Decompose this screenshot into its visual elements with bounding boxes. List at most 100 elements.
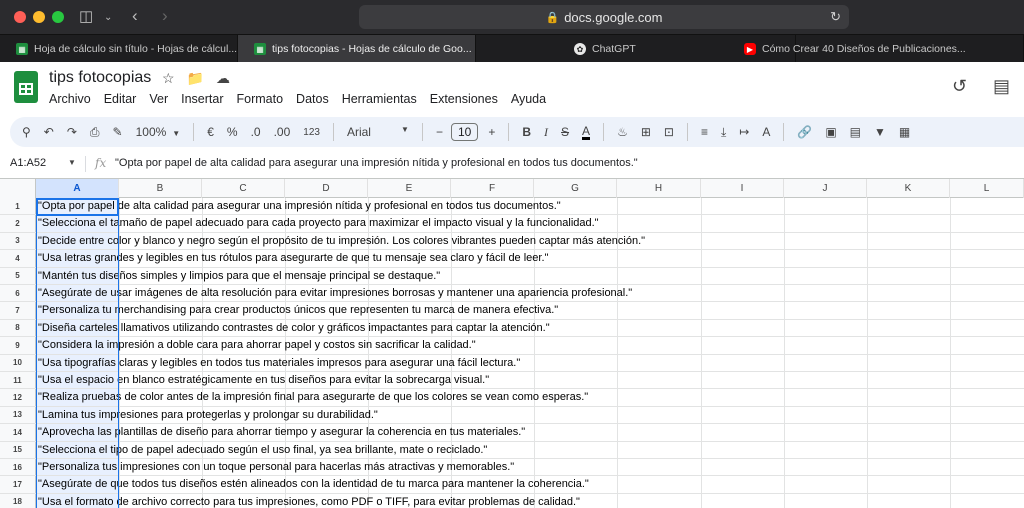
column-header-k[interactable]: K — [867, 179, 950, 198]
row-header[interactable]: 5 — [0, 267, 36, 284]
currency-format-button[interactable]: € — [207, 125, 214, 139]
chevron-down-icon[interactable]: ▼ — [68, 158, 76, 167]
column-header-a[interactable]: A — [36, 179, 119, 198]
font-select[interactable]: Arial ▼ — [347, 125, 409, 139]
menu-ayuda[interactable]: Ayuda — [511, 92, 546, 106]
menu-formato[interactable]: Formato — [237, 92, 284, 106]
menu-editar[interactable]: Editar — [104, 92, 137, 106]
print-icon[interactable]: ⎙ — [90, 125, 100, 140]
cell-text[interactable]: "Personaliza tus impresiones con un toqu… — [38, 461, 514, 473]
select-all-corner[interactable] — [0, 179, 36, 198]
cell-text[interactable]: "Personaliza tu merchandising para crear… — [38, 304, 558, 316]
cell-text[interactable]: "Usa tipografías claras y legibles en to… — [38, 357, 520, 369]
menu-extensiones[interactable]: Extensiones — [430, 92, 498, 106]
column-header-g[interactable]: G — [534, 179, 617, 198]
cell-text[interactable]: "Diseña carteles llamativos utilizando c… — [38, 322, 550, 334]
cell-text[interactable]: "Lamina tus impresiones para protegerlas… — [38, 409, 378, 421]
column-header-h[interactable]: H — [617, 179, 701, 198]
text-wrapping-icon[interactable]: ↦ — [739, 125, 749, 139]
menu-herramientas[interactable]: Herramientas — [342, 92, 417, 106]
cell-text[interactable]: "Asegúrate de usar imágenes de alta reso… — [38, 287, 632, 299]
name-box[interactable]: A1:A52 — [10, 157, 46, 169]
cell-text[interactable]: "Opta por papel de alta calidad para ase… — [38, 200, 561, 212]
row-header[interactable]: 17 — [0, 476, 36, 493]
comments-icon[interactable]: ▤ — [993, 76, 1010, 97]
decrease-font-size-button[interactable]: − — [436, 125, 443, 139]
cell-text[interactable]: "Selecciona el tipo de papel adecuado se… — [38, 444, 487, 456]
row-header[interactable]: 11 — [0, 372, 36, 389]
column-header-d[interactable]: D — [285, 179, 368, 198]
vertical-align-icon[interactable]: ⤓ — [721, 125, 726, 140]
italic-icon[interactable]: I — [544, 125, 548, 140]
tab-untitled-sheet[interactable]: ▦ Hoja de cálculo sin título - Hojas de … — [0, 35, 238, 63]
minimize-window-button[interactable] — [33, 11, 45, 23]
column-header-b[interactable]: B — [119, 179, 202, 198]
text-rotation-icon[interactable]: A — [762, 125, 770, 139]
column-header-j[interactable]: J — [784, 179, 867, 198]
bold-icon[interactable]: B — [522, 125, 531, 139]
cell-text[interactable]: "Selecciona el tamaño de papel adecuado … — [38, 217, 599, 229]
formula-input[interactable]: "Opta por papel de alta calidad para ase… — [115, 157, 638, 169]
column-header-i[interactable]: I — [701, 179, 784, 198]
cell-text[interactable]: "Mantén tus diseños simples y limpios pa… — [38, 270, 440, 282]
row-header[interactable]: 13 — [0, 406, 36, 424]
increase-font-size-button[interactable]: + — [488, 125, 495, 139]
row-header[interactable]: 6 — [0, 285, 36, 302]
search-menus-icon[interactable]: ⚲ — [22, 125, 31, 139]
cell-text[interactable]: "Usa el formato de archivo correcto para… — [38, 496, 580, 508]
fill-color-icon[interactable]: ♨ — [617, 125, 628, 139]
column-header-c[interactable]: C — [202, 179, 285, 198]
tab-youtube[interactable]: ▶ Cómo Crear 40 Diseños de Publicaciones… — [728, 35, 1024, 63]
zoom-select[interactable]: 100% ▼ — [136, 125, 181, 139]
sidebar-icon[interactable]: ◫ — [79, 9, 93, 25]
text-color-icon[interactable]: A — [582, 125, 591, 140]
redo-icon[interactable]: ↷ — [67, 125, 77, 139]
cell-text[interactable]: "Aprovecha las plantillas de diseño para… — [38, 426, 525, 438]
chevron-down-icon[interactable]: ⌄ — [104, 10, 112, 26]
star-icon[interactable]: ☆ — [162, 70, 175, 87]
spreadsheet-grid[interactable]: A B C D E F G H I J K L 1 "Opta por papel de alta cal… — [0, 178, 1024, 508]
row-header[interactable]: 10 — [0, 354, 36, 371]
row-header[interactable]: 15 — [0, 441, 36, 458]
increase-decimals-button[interactable]: .00 — [274, 125, 291, 139]
undo-icon[interactable]: ↶ — [44, 125, 54, 139]
cell-text[interactable]: "Usa el espacio en blanco estratégicamen… — [38, 374, 489, 386]
decrease-decimals-button[interactable]: .0 — [251, 125, 261, 139]
cell-text[interactable]: "Considera la impresión a doble cara par… — [38, 339, 476, 351]
percent-format-button[interactable]: % — [227, 125, 238, 139]
tab-tips-fotocopias[interactable]: ▦ tips fotocopias - Hojas de cálculo de … — [238, 35, 476, 63]
insert-comment-icon[interactable]: ▣ — [825, 125, 836, 139]
row-header[interactable]: 8 — [0, 319, 36, 337]
close-window-button[interactable] — [14, 11, 26, 23]
font-size-input[interactable]: 10 — [450, 123, 479, 141]
horizontal-align-icon[interactable]: ≡ — [701, 125, 708, 139]
menu-datos[interactable]: Datos — [296, 92, 329, 106]
merge-cells-icon[interactable]: ⊡ — [664, 125, 674, 139]
cloud-status-icon[interactable]: ☁ — [216, 70, 230, 87]
forward-icon[interactable]: › — [162, 7, 168, 24]
sheets-logo-icon[interactable] — [14, 71, 38, 103]
column-header-l[interactable]: L — [950, 179, 1024, 198]
cell-text[interactable]: "Realiza pruebas de color antes de la im… — [38, 391, 588, 403]
row-header[interactable]: 4 — [0, 250, 36, 267]
row-header[interactable]: 1 — [0, 198, 36, 215]
insert-link-icon[interactable]: 🔗 — [797, 125, 812, 139]
row-header[interactable]: 16 — [0, 459, 36, 476]
document-title[interactable]: tips fotocopias — [49, 69, 151, 87]
row-header[interactable]: 2 — [0, 215, 36, 232]
filter-views-icon[interactable]: ▦ — [899, 125, 910, 139]
row-header[interactable]: 7 — [0, 302, 36, 319]
more-formats-button[interactable]: 123 — [303, 127, 320, 138]
column-header-e[interactable]: E — [368, 179, 451, 198]
menu-insertar[interactable]: Insertar — [181, 92, 223, 106]
filter-icon[interactable]: ▼ — [874, 125, 886, 139]
paint-format-icon[interactable]: ✎ — [113, 125, 123, 139]
column-header-f[interactable]: F — [451, 179, 534, 198]
borders-icon[interactable]: ⊞ — [641, 125, 651, 139]
back-icon[interactable]: ‹ — [132, 7, 138, 24]
row-header[interactable]: 12 — [0, 389, 36, 406]
row-header[interactable]: 9 — [0, 337, 36, 354]
version-history-icon[interactable]: ↺ — [952, 76, 967, 97]
reload-icon[interactable]: ↻ — [830, 9, 841, 25]
move-folder-icon[interactable]: 📁 — [187, 70, 204, 87]
